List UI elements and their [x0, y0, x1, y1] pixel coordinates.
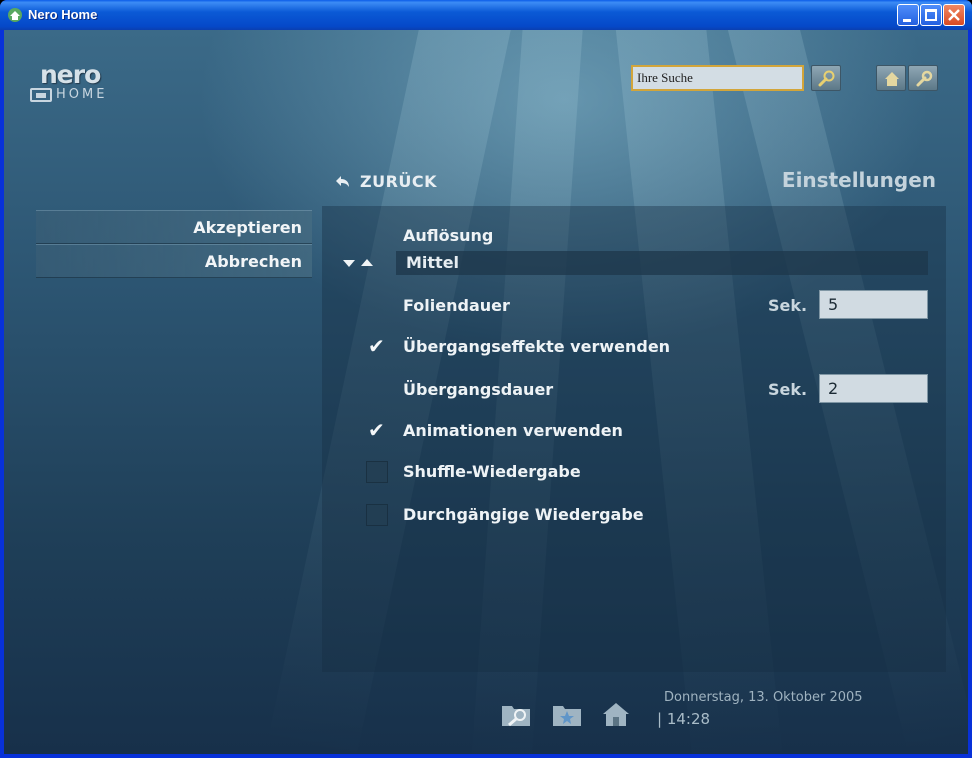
maximize-button[interactable] [920, 4, 942, 26]
favorites-folder-icon[interactable] [551, 700, 583, 728]
tv-icon [30, 88, 52, 102]
title-bar[interactable]: Nero Home [0, 0, 972, 30]
logo-product: HOME [56, 87, 108, 102]
shuffle-checkbox[interactable] [366, 461, 388, 483]
home-icon[interactable] [600, 700, 632, 728]
search-button[interactable] [811, 65, 841, 91]
animations-label: Animationen verwenden [403, 421, 623, 440]
transition-duration-unit: Sek. [768, 380, 808, 399]
transitions-label: Übergangseffekte verwenden [403, 337, 671, 356]
resolution-label: Auflösung [403, 226, 494, 245]
close-button[interactable] [943, 4, 965, 26]
shuffle-label: Shuffle-Wiedergabe [403, 462, 581, 481]
nero-home-icon [8, 8, 22, 22]
continuous-checkbox[interactable] [366, 504, 388, 526]
transition-duration-input[interactable] [819, 374, 928, 403]
search-input[interactable] [631, 65, 804, 91]
magnifier-icon [818, 70, 835, 87]
app-window: Nero Home nero HOME Ihre Suche ZURÜCK Ei… [0, 0, 972, 758]
footer-time: | 14:28 [657, 710, 711, 728]
slide-duration-unit: Sek. [768, 296, 808, 315]
checkmark-icon: ✔ [368, 334, 385, 358]
nero-home-logo: nero HOME [28, 60, 148, 104]
transition-duration-label: Übergangsdauer [403, 380, 554, 399]
footer-date: Donnerstag, 13. Oktober 2005 [664, 690, 863, 705]
home-button[interactable] [876, 65, 906, 91]
transitions-checkbox[interactable]: ✔ [366, 334, 388, 359]
increase-arrow-icon[interactable] [360, 258, 374, 268]
close-icon [948, 9, 960, 21]
back-link[interactable]: ZURÜCK [360, 172, 437, 191]
minimize-icon [903, 19, 911, 22]
maximize-icon [925, 9, 937, 21]
wrench-icon [916, 70, 933, 87]
client-area: nero HOME ZURÜCK Einstellungen [4, 30, 968, 754]
continuous-label: Durchgängige Wiedergabe [403, 505, 644, 524]
checkmark-icon: ✔ [368, 418, 385, 442]
slide-duration-label: Foliendauer [403, 296, 510, 315]
search-folder-icon[interactable] [500, 700, 532, 728]
resolution-select[interactable]: Mittel [396, 251, 928, 275]
decrease-arrow-icon[interactable] [342, 258, 356, 268]
window-title: Nero Home [28, 7, 98, 22]
page-title: Einstellungen [781, 168, 936, 192]
slide-duration-input[interactable] [819, 290, 928, 319]
animations-checkbox[interactable]: ✔ [366, 418, 388, 443]
back-arrow-icon[interactable] [332, 172, 352, 192]
logo-brand: nero [40, 60, 101, 89]
minimize-button[interactable] [897, 4, 919, 26]
cancel-button[interactable]: Abbrechen [36, 244, 312, 278]
home-icon [885, 72, 899, 86]
tools-button[interactable] [908, 65, 938, 91]
accept-button[interactable]: Akzeptieren [36, 210, 312, 244]
